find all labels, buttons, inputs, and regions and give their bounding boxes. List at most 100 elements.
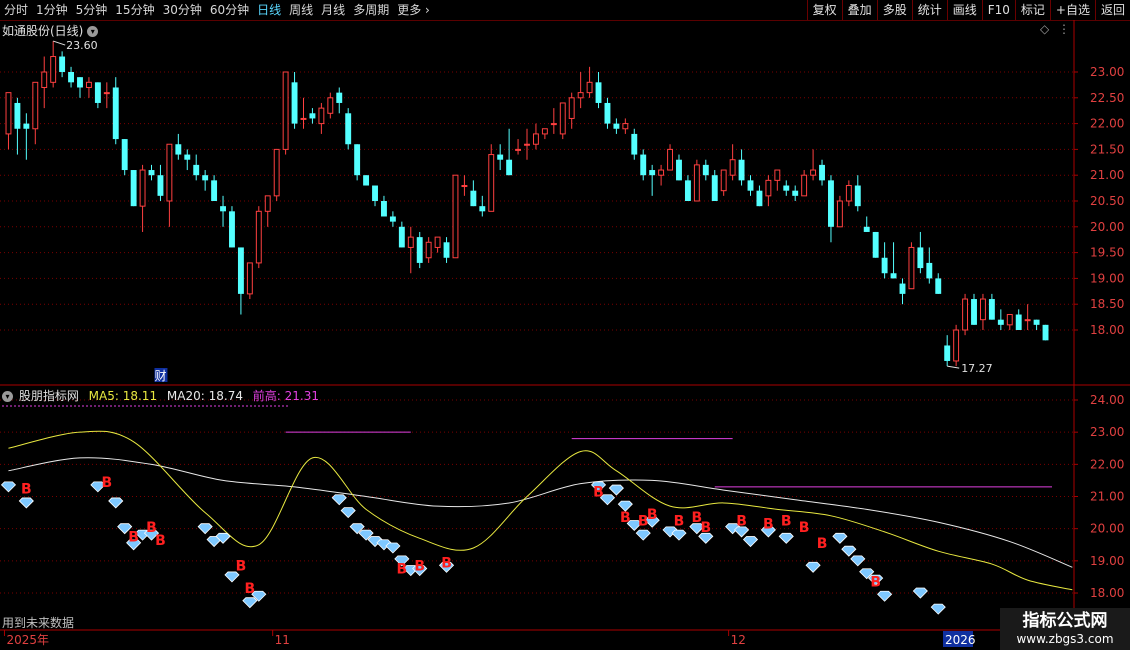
buy-signal-label: B	[620, 510, 631, 526]
candle-body-up	[41, 71, 48, 88]
candle-body-up	[282, 71, 289, 150]
candle-body-up	[962, 298, 969, 331]
candle-body-up	[836, 200, 843, 228]
high-label: 23.60	[66, 39, 98, 52]
candle-body-up	[541, 128, 548, 135]
candle-body-down	[237, 247, 244, 294]
candle-body-down	[1033, 319, 1040, 325]
buy-signal-label: B	[870, 575, 881, 591]
candle-body-down	[175, 144, 182, 155]
price-tick-label: 22.00	[1090, 117, 1124, 131]
watermark: 指标公式网 www.zbgs3.com	[1000, 608, 1130, 650]
candle-body-up	[559, 102, 566, 135]
candle-body-down	[711, 175, 718, 201]
indicator-name: 股朋指标网	[18, 389, 79, 403]
ma20-value: MA20: 18.74	[166, 389, 243, 403]
diamond-signal-icon	[671, 529, 687, 541]
candle-body-up	[246, 262, 253, 295]
candle-body-up	[255, 210, 262, 264]
candle-body-down	[819, 164, 825, 181]
candle-body-up	[452, 174, 459, 259]
time-axis-label: 2025年	[6, 633, 49, 647]
diamond-signal-icon	[608, 484, 624, 496]
candle-body-down	[935, 278, 942, 294]
buy-signal-label: B	[647, 507, 658, 523]
diamond-toggle-icon[interactable]: ◇	[1040, 22, 1049, 36]
candle-body-down	[738, 159, 745, 181]
chevron-down-icon[interactable]: ▾	[2, 391, 13, 402]
candle-body-down	[881, 257, 888, 274]
ma5-line	[8, 430, 1073, 591]
diamond-signal-icon	[331, 494, 347, 506]
candle-body-up	[488, 154, 495, 212]
candle-body-up	[810, 169, 817, 176]
stock-title: 如通股份(日线)	[2, 24, 84, 38]
indicator-tick-label: 20.00	[1090, 522, 1124, 536]
candle-body-up	[1006, 314, 1013, 326]
candle-body-up	[729, 159, 736, 176]
diamond-signal-icon	[912, 587, 928, 599]
diamond-signal-icon	[930, 603, 946, 615]
candle-body-up	[667, 148, 673, 171]
price-tick-label: 21.00	[1090, 168, 1124, 182]
candle-body-up	[264, 195, 271, 212]
candle-body-up	[327, 97, 334, 114]
buy-signal-label: B	[441, 555, 452, 571]
candle-body-up	[693, 164, 700, 202]
candle-body-down	[863, 226, 870, 232]
candle-body-down	[229, 211, 235, 248]
chart-area[interactable]: 23.00 22.50 22.00 21.50 21.00 20.50 20.00 19.50…	[0, 0, 1130, 650]
candle-body-down	[899, 283, 906, 294]
candle-body-down	[157, 175, 164, 196]
candle-body-down	[336, 92, 343, 103]
candle-body-up	[103, 92, 110, 95]
candle-body-down	[94, 82, 101, 103]
candle-body-up	[801, 174, 808, 197]
candle-body-up	[318, 107, 325, 125]
buy-signal-label: B	[128, 530, 139, 546]
candle-body-up	[300, 117, 307, 120]
candle-body-up	[407, 236, 414, 248]
candle-body-up	[273, 148, 280, 197]
low-pointer	[947, 365, 960, 369]
buy-signal-label: B	[700, 520, 711, 536]
candle-body-down	[702, 164, 709, 176]
candle-body-up	[845, 185, 852, 202]
candle-body-up	[953, 329, 960, 362]
candle-body-down	[77, 77, 83, 88]
buy-signal-label: B	[781, 513, 792, 529]
buy-signal-label: B	[397, 562, 408, 578]
candle-body-down	[640, 154, 647, 176]
candle-body-down	[684, 180, 691, 201]
buy-signal-label: B	[21, 481, 32, 497]
prev-high-value: 前高: 21.31	[252, 389, 320, 403]
candle-body-down	[121, 139, 128, 171]
diamond-signal-icon	[805, 561, 821, 573]
candle-body-down	[988, 299, 995, 320]
candle-body-down	[211, 180, 218, 201]
buy-signal-label: B	[674, 513, 685, 529]
chevron-down-icon[interactable]: ▾	[87, 26, 99, 37]
candle-body-down	[631, 133, 638, 155]
candle-body-up	[434, 236, 441, 248]
price-tick-label: 20.00	[1090, 220, 1124, 234]
candle-body-down	[756, 190, 763, 207]
candle-body-up	[50, 56, 57, 83]
candle-body-down	[416, 237, 423, 263]
candle-body-down	[309, 113, 316, 119]
time-axis-label: 12	[731, 633, 746, 647]
price-tick-label: 20.50	[1090, 194, 1124, 208]
candle-body-down	[381, 201, 387, 217]
price-tick-label: 19.00	[1090, 271, 1124, 285]
settings-handle-icon[interactable]: ⋮	[1058, 22, 1070, 36]
buy-signal-label: B	[155, 533, 166, 549]
buy-signal-label: B	[817, 536, 828, 552]
candle-body-down	[14, 102, 21, 129]
price-tick-label: 18.00	[1090, 323, 1124, 337]
diamond-signal-icon	[850, 555, 866, 567]
price-tick-label: 22.50	[1090, 91, 1124, 105]
indicator-tick-label: 24.00	[1090, 393, 1124, 407]
candle-body-down	[23, 123, 30, 129]
future-data-note: 用到未来数据	[2, 616, 75, 630]
candle-body-down	[184, 154, 191, 160]
